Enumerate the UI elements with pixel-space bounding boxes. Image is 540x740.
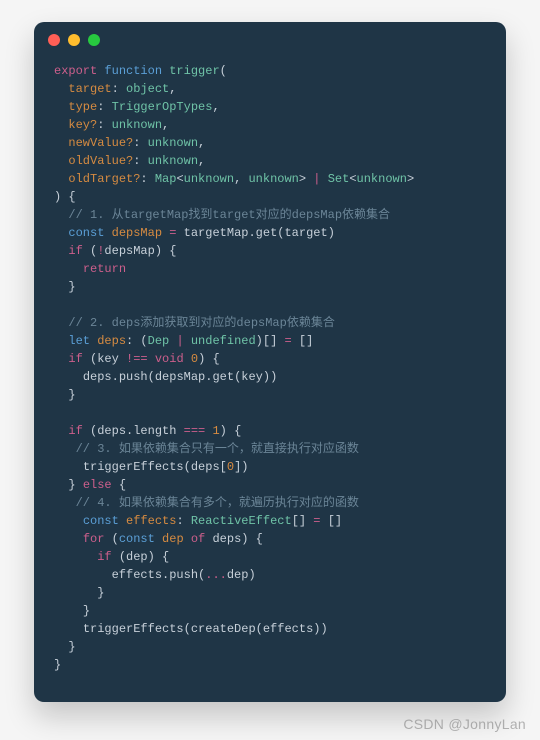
- type-dep: Dep: [148, 334, 170, 348]
- var-depsmap: depsMap: [112, 226, 162, 240]
- kw-export: export: [54, 64, 97, 78]
- call-triggereffects-2: triggerEffects: [83, 622, 184, 636]
- type-object: object: [126, 82, 169, 96]
- type-reactiveeffect: ReactiveEffect: [191, 514, 292, 528]
- fn-name: trigger: [169, 64, 219, 78]
- type-undefined: undefined: [191, 334, 256, 348]
- type-set: Set: [328, 172, 350, 186]
- kw-return: return: [83, 262, 126, 276]
- param-type: type: [68, 100, 97, 114]
- param-oldtarget: oldTarget?: [68, 172, 140, 186]
- traffic-light-minimize-icon[interactable]: [68, 34, 80, 46]
- comment-1: // 1. 从targetMap找到target对应的depsMap依赖集合: [68, 208, 390, 222]
- type-triggeroptypes: TriggerOpTypes: [112, 100, 213, 114]
- type-unknown: unknown: [112, 118, 162, 132]
- kw-for: for: [83, 532, 105, 546]
- kw-else: else: [83, 478, 112, 492]
- kw-const: const: [68, 226, 104, 240]
- comment-2: // 2. deps添加获取到对应的depsMap依赖集合: [68, 316, 334, 330]
- kw-function: function: [104, 64, 162, 78]
- param-newvalue: newValue?: [68, 136, 133, 150]
- var-deps: deps: [97, 334, 126, 348]
- param-target: target: [68, 82, 111, 96]
- code-block: export function trigger( target: object,…: [34, 52, 506, 694]
- fn-body-open: ) {: [54, 190, 76, 204]
- window-titlebar: [34, 22, 506, 52]
- comment-4: // 4. 如果依赖集合有多个，就遍历执行对应的函数: [76, 496, 359, 510]
- param-key: key?: [68, 118, 97, 132]
- watermark: CSDN @JonnyLan: [403, 716, 526, 732]
- traffic-light-zoom-icon[interactable]: [88, 34, 100, 46]
- type-map: Map: [155, 172, 177, 186]
- param-oldvalue: oldValue?: [68, 154, 133, 168]
- kw-let: let: [68, 334, 90, 348]
- var-effects: effects: [126, 514, 176, 528]
- call-triggereffects: triggerEffects: [83, 460, 184, 474]
- paren-open: (: [220, 64, 227, 78]
- call-createdep: createDep: [191, 622, 256, 636]
- fn-body-close: }: [54, 658, 61, 672]
- code-window: export function trigger( target: object,…: [34, 22, 506, 702]
- comment-3: // 3. 如果依赖集合只有一个，就直接执行对应函数: [76, 442, 359, 456]
- traffic-light-close-icon[interactable]: [48, 34, 60, 46]
- kw-if: if: [68, 244, 82, 258]
